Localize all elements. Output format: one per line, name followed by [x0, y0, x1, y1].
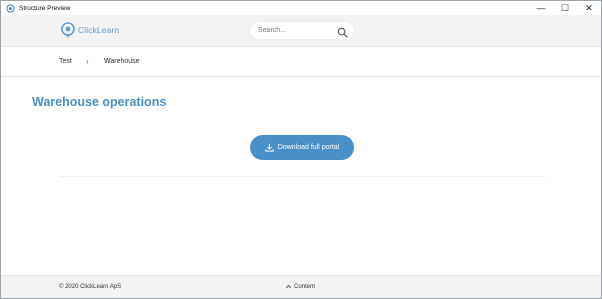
- title-bar: Structure Preview — ☐ ✕: [1, 1, 601, 15]
- content-link-label: Content: [294, 283, 316, 290]
- clicklearn-logo-icon: [61, 22, 75, 38]
- window-title: Structure Preview: [19, 4, 71, 12]
- breadcrumb: Test › Warehouse: [1, 47, 601, 77]
- search-input[interactable]: [258, 22, 334, 39]
- breadcrumb-item-warehouse: Warehouse: [104, 58, 140, 65]
- search-icon[interactable]: [337, 25, 348, 38]
- maximize-button[interactable]: ☐: [553, 1, 577, 15]
- download-icon: [265, 143, 274, 152]
- content-link[interactable]: Content: [285, 283, 315, 290]
- clicklearn-logo[interactable]: ClickLearn: [61, 22, 119, 38]
- app-logo-icon: [6, 3, 15, 13]
- site-header: ClickLearn: [1, 15, 601, 47]
- page-title: Warehouse operations: [32, 95, 167, 109]
- minimize-button[interactable]: —: [529, 1, 553, 15]
- download-full-portal-button[interactable]: Download full portal: [250, 135, 354, 160]
- copyright-text: © 2020 ClickLearn ApS: [59, 284, 122, 290]
- breadcrumb-item-test[interactable]: Test: [59, 58, 72, 65]
- close-button[interactable]: ✕: [577, 1, 601, 15]
- content-divider: [59, 176, 546, 177]
- window-controls: — ☐ ✕: [529, 1, 601, 15]
- chevron-up-icon: [285, 283, 292, 290]
- search-box[interactable]: [250, 22, 354, 39]
- logo-text: ClickLearn: [78, 25, 120, 35]
- site-footer: © 2020 ClickLearn ApS Content: [1, 275, 601, 298]
- download-button-label: Download full portal: [277, 144, 340, 151]
- chevron-right-icon: ›: [86, 57, 89, 66]
- app-window: Structure Preview — ☐ ✕ ClickLearn Searc…: [0, 0, 602, 299]
